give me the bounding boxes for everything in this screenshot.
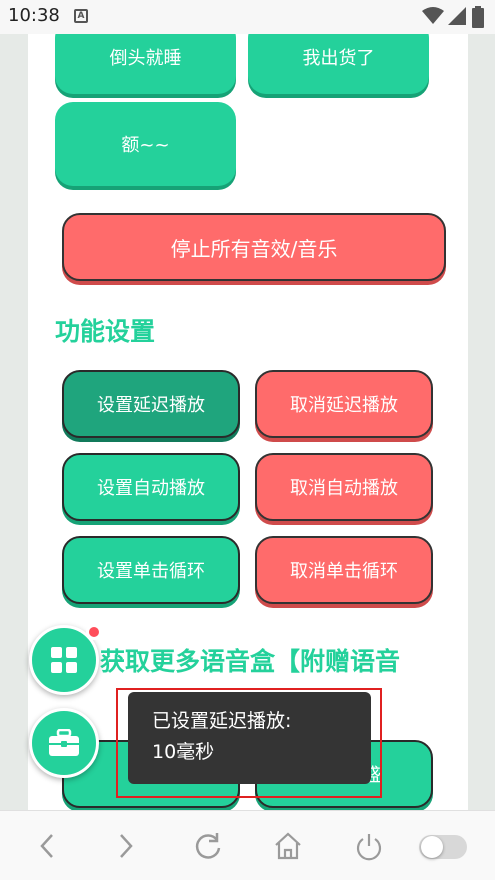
notification-dot [86, 624, 102, 640]
back-icon[interactable] [36, 831, 58, 861]
toggle-knob [421, 836, 443, 858]
sound-button-shipped[interactable]: 我出货了 [248, 34, 429, 94]
notification-a-icon: A [74, 9, 88, 23]
sound-button-label: 我出货了 [302, 48, 375, 69]
set-loop-button[interactable]: 设置单击循环 [62, 536, 240, 604]
wifi-icon [422, 7, 444, 24]
sound-button-uh[interactable]: 额~~ [55, 102, 236, 186]
set-loop-label: 设置单击循环 [97, 561, 205, 582]
set-auto-button[interactable]: 设置自动播放 [62, 453, 240, 521]
stop-all-button[interactable]: 停止所有音效/音乐 [62, 213, 446, 281]
cancel-auto-button[interactable]: 取消自动播放 [255, 453, 433, 521]
cancel-delay-button[interactable]: 取消延迟播放 [255, 370, 433, 438]
stop-all-label: 停止所有音效/音乐 [170, 236, 338, 261]
cancel-loop-label: 取消单击循环 [290, 561, 398, 582]
power-icon[interactable] [354, 831, 384, 861]
bottom-nav-bar [0, 810, 495, 880]
cancel-auto-label: 取消自动播放 [290, 478, 398, 499]
home-icon[interactable] [273, 831, 303, 861]
grid-icon [51, 647, 77, 673]
toolbox-icon [49, 729, 79, 756]
sound-button-label: 倒头就睡 [109, 48, 182, 69]
status-time: 10:38 [8, 5, 60, 26]
set-delay-button[interactable]: 设置延迟播放 [62, 370, 240, 438]
refresh-icon[interactable] [193, 831, 223, 861]
cancel-delay-label: 取消延迟播放 [290, 395, 398, 416]
toggle-switch[interactable] [419, 835, 467, 859]
toolbox-fab[interactable] [29, 708, 99, 778]
sound-button-label: 额~~ [121, 135, 170, 156]
toast-highlight-box [116, 688, 382, 798]
status-bar: 10:38 A [0, 0, 495, 34]
signal-icon [448, 7, 466, 25]
settings-title: 功能设置 [55, 317, 156, 346]
set-delay-label: 设置延迟播放 [97, 395, 205, 416]
battery-icon [472, 6, 484, 28]
forward-icon[interactable] [115, 831, 137, 861]
sound-button-sleep[interactable]: 倒头就睡 [55, 34, 236, 94]
set-auto-label: 设置自动播放 [97, 478, 205, 499]
cancel-loop-button[interactable]: 取消单击循环 [255, 536, 433, 604]
more-voice-boxes-title: 获取更多语音盒【附赠语音 [100, 647, 401, 676]
